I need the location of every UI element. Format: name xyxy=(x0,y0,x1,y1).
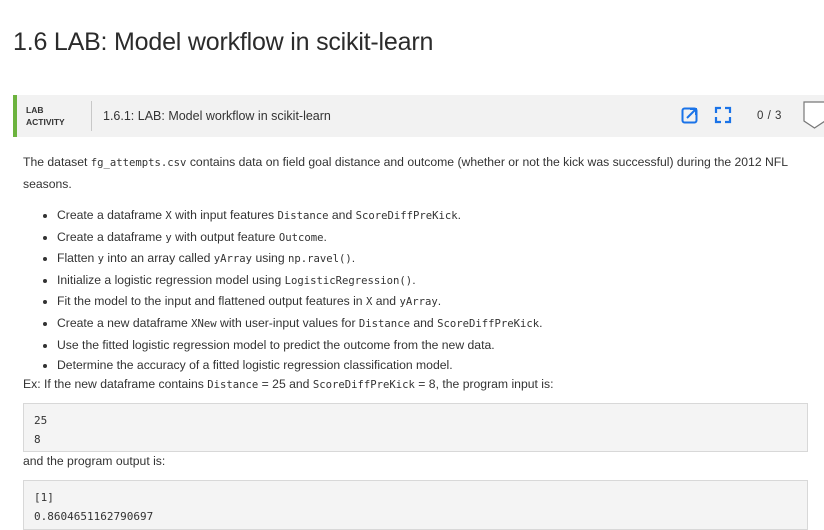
open-in-new-icon[interactable] xyxy=(681,106,699,124)
code-term: XNew xyxy=(191,317,217,330)
program-output-box: [1] 0.8604651162790697 xyxy=(23,480,808,530)
task-item: Create a dataframe y with output feature… xyxy=(57,227,813,249)
code-term: Outcome xyxy=(278,231,324,244)
task-item: Flatten y into an array called yArray us… xyxy=(57,248,813,270)
text-fragment: and xyxy=(409,315,438,330)
text-fragment: = 25 and xyxy=(258,377,313,391)
lab-activity-header: LAB ACTIVITY 1.6.1: LAB: Model workflow … xyxy=(13,95,824,137)
text-fragment: Create a dataframe xyxy=(57,208,166,222)
text-fragment: . xyxy=(412,272,416,287)
text-fragment: using xyxy=(252,251,288,266)
intro-text-1: The dataset xyxy=(23,155,91,169)
text-fragment: Use the fitted logistic regression model… xyxy=(57,337,495,352)
code-term: LogisticRegression() xyxy=(284,274,413,287)
text-fragment: Flatten xyxy=(57,251,98,266)
text-fragment: Initialize a logistic regression model u… xyxy=(57,272,285,287)
text-fragment: . xyxy=(351,251,356,266)
instructions: The dataset fg_attempts.csv contains dat… xyxy=(23,152,813,376)
text-fragment: . xyxy=(437,294,442,309)
example-description: Ex: If the new dataframe contains Distan… xyxy=(23,377,553,391)
text-fragment: Ex: If the new dataframe contains xyxy=(23,377,208,391)
text-fragment: with user-input values for xyxy=(216,315,359,330)
text-fragment: Determine the accuracy of a fitted logis… xyxy=(57,358,453,373)
code-term: np.ravel() xyxy=(288,253,352,266)
intro-paragraph: The dataset fg_attempts.csv contains dat… xyxy=(23,152,813,194)
lab-activity-tag: LAB ACTIVITY xyxy=(26,104,65,128)
code-term: yArray xyxy=(399,296,438,309)
program-input-box: 25 8 xyxy=(23,403,808,452)
text-fragment: . xyxy=(539,315,543,330)
text-fragment: Fit the model to the input and flattened… xyxy=(57,294,366,309)
task-item: Fit the model to the input and flattened… xyxy=(57,291,813,313)
lab-tag-line1: LAB xyxy=(26,105,44,115)
text-fragment: . xyxy=(457,208,462,222)
text-fragment: and xyxy=(372,294,400,309)
text-fragment: with output feature xyxy=(171,229,279,244)
lab-activity-title: 1.6.1: LAB: Model workflow in scikit-lea… xyxy=(103,109,331,123)
text-fragment: . xyxy=(323,229,327,244)
text-fragment: Create a new dataframe xyxy=(57,315,192,330)
text-fragment: Create a dataframe xyxy=(57,229,166,244)
fullscreen-icon[interactable] xyxy=(714,106,732,124)
completion-checkbox-icon xyxy=(803,101,824,129)
task-item: Create a new dataframe XNew with user-in… xyxy=(57,313,813,335)
code-term: yArray xyxy=(213,253,253,266)
code-term: ScoreDiffPreKick xyxy=(312,379,415,391)
lab-tag-line2: ACTIVITY xyxy=(26,117,65,127)
task-item: Create a dataframe X with input features… xyxy=(57,205,813,227)
text-fragment: = 8, the program input is: xyxy=(414,377,554,391)
code-term: Distance xyxy=(277,210,329,222)
dataset-filename: fg_attempts.csv xyxy=(90,157,187,169)
task-item: Determine the accuracy of a fitted logis… xyxy=(57,355,813,376)
text-fragment: into an array called xyxy=(104,251,214,266)
text-fragment: with input features xyxy=(171,208,278,222)
code-term: Distance xyxy=(207,379,259,391)
header-divider xyxy=(91,101,92,131)
score-counter: 0 / 3 xyxy=(757,110,782,122)
code-term: ScoreDiffPreKick xyxy=(437,317,540,330)
page-title: 1.6 LAB: Model workflow in scikit-learn xyxy=(13,28,434,56)
code-term: ScoreDiffPreKick xyxy=(355,210,458,222)
task-list: Create a dataframe X with input features… xyxy=(23,205,813,376)
task-item: Use the fitted logistic regression model… xyxy=(57,335,813,356)
task-item: Initialize a logistic regression model u… xyxy=(57,270,813,292)
text-fragment: and xyxy=(328,208,356,222)
code-term: Distance xyxy=(358,317,410,330)
output-label: and the program output is: xyxy=(23,454,166,468)
